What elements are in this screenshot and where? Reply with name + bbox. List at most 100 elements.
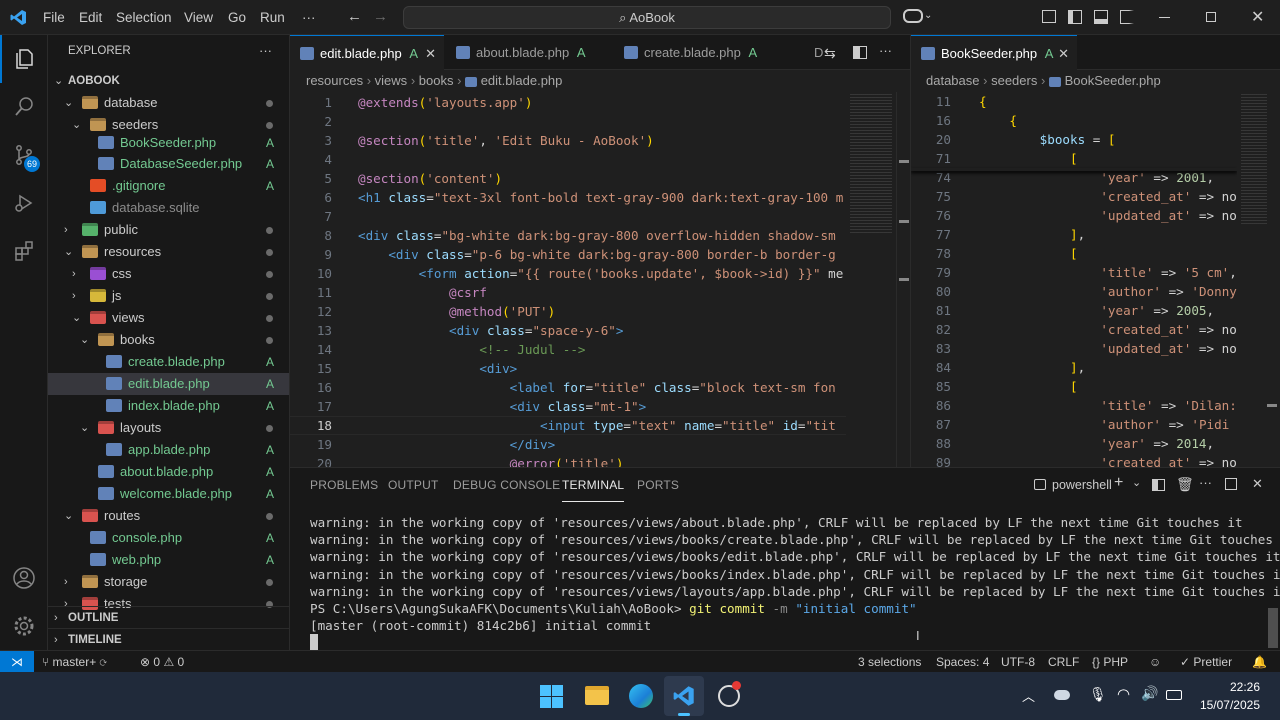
workspace-root[interactable]: ⌄ AOBOOK <box>48 70 289 92</box>
source-control-icon[interactable]: 69 <box>0 131 48 179</box>
prettier-indicator[interactable]: ✓ Prettier <box>1180 651 1232 673</box>
terminal-scrollbar[interactable] <box>1268 608 1278 648</box>
close-tab-icon[interactable]: ✕ <box>1058 36 1069 71</box>
notifications-bell-icon[interactable]: 🔔 <box>1252 651 1267 673</box>
manage-gear-icon[interactable] <box>0 602 48 650</box>
chevron-right-icon[interactable]: › <box>72 285 76 307</box>
account-icon[interactable] <box>0 554 48 602</box>
menu-go[interactable]: Go <box>228 0 246 35</box>
more-actions-icon[interactable]: ··· <box>259 43 272 58</box>
eol-indicator[interactable]: CRLF <box>1048 651 1079 673</box>
windows-start-icon[interactable] <box>540 685 563 708</box>
maximize-panel-icon[interactable] <box>1225 478 1237 490</box>
tree-file-item[interactable]: create.blade.php A <box>48 351 289 373</box>
close-panel-icon[interactable]: ✕ <box>1252 476 1263 492</box>
tree-folder-item[interactable]: ⌄ views <box>48 307 289 329</box>
file-explorer-icon[interactable] <box>585 686 609 705</box>
chevron-down-icon[interactable]: ⌄ <box>80 417 89 439</box>
minimap-2[interactable] <box>1239 92 1277 467</box>
more-actions-icon[interactable]: ··· <box>879 43 892 58</box>
language-indicator[interactable]: {} PHP <box>1092 651 1128 673</box>
chevron-down-icon[interactable]: ⌄ <box>80 329 89 351</box>
minimize-icon[interactable] <box>1159 17 1170 18</box>
vscode-taskbar-icon[interactable] <box>664 676 704 716</box>
tree-folder-item[interactable]: ⌄ database <box>48 92 289 114</box>
tab-output[interactable]: OUTPUT <box>388 468 439 502</box>
sticky-scroll-row[interactable] <box>911 92 1237 111</box>
trash-icon[interactable]: 🗑 <box>1176 476 1194 493</box>
github-desktop-icon[interactable] <box>718 681 741 707</box>
forward-arrow-icon[interactable]: → <box>373 8 388 25</box>
more-actions-icon[interactable]: ··· <box>1199 475 1212 490</box>
chevron-down-icon[interactable]: ⌄ <box>64 241 73 263</box>
tab-ports[interactable]: PORTS <box>637 468 679 502</box>
clock-date[interactable]: 15/07/2025 <box>1196 698 1260 712</box>
tree-file-item[interactable]: about.blade.php A <box>48 461 289 483</box>
timeline-section[interactable]: › TIMELINE <box>48 628 289 650</box>
edge-browser-icon[interactable] <box>629 684 653 708</box>
onedrive-icon[interactable] <box>1054 690 1070 700</box>
tree-folder-item[interactable]: › public <box>48 219 289 241</box>
microphone-icon[interactable]: 🎙 <box>1089 686 1107 703</box>
command-center-search[interactable]: ⌕ AoBook <box>403 6 891 29</box>
selections-indicator[interactable]: 3 selections <box>858 651 921 673</box>
tree-folder-item[interactable]: ⌄ routes <box>48 505 289 527</box>
copilot-status-icon[interactable]: ☺ <box>1149 651 1161 673</box>
new-terminal-icon[interactable]: + <box>1114 474 1123 492</box>
tab-edit-blade[interactable]: edit.blade.php A ✕ <box>290 35 444 70</box>
chevron-right-icon[interactable]: › <box>64 571 68 593</box>
chevron-down-icon[interactable]: ⌄ <box>64 505 73 527</box>
tree-file-item[interactable]: console.php A <box>48 527 289 549</box>
chevron-down-icon[interactable]: ⌄ <box>924 10 932 21</box>
menu-more[interactable]: ··· <box>302 0 316 35</box>
chevron-right-icon[interactable]: › <box>64 219 68 241</box>
tree-file-item[interactable]: web.php A <box>48 549 289 571</box>
tree-file-item[interactable]: BookSeeder.php A <box>48 132 289 154</box>
tree-file-item[interactable]: database.sqlite <box>48 197 289 219</box>
back-arrow-icon[interactable]: ← <box>347 8 362 25</box>
encoding-indicator[interactable]: UTF-8 <box>1001 651 1035 673</box>
split-terminal-icon[interactable] <box>1152 479 1165 491</box>
tree-file-item[interactable]: DatabaseSeeder.php A <box>48 153 289 175</box>
tab-problems[interactable]: PROBLEMS <box>310 468 378 502</box>
explorer-icon[interactable] <box>0 35 48 83</box>
tab-debug-console[interactable]: DEBUG CONSOLE <box>453 468 560 502</box>
menu-selection[interactable]: Selection <box>116 0 172 35</box>
outline-section[interactable]: › OUTLINE <box>48 606 289 628</box>
tree-file-item[interactable]: welcome.blade.php A <box>48 483 289 505</box>
extensions-icon[interactable] <box>0 227 48 275</box>
tree-folder-item[interactable]: ⌄ books <box>48 329 289 351</box>
shell-name[interactable]: powershell <box>1052 478 1112 492</box>
close-icon[interactable]: ✕ <box>1251 7 1264 27</box>
split-editor-icon[interactable] <box>853 46 867 59</box>
wifi-icon[interactable]: ◠ <box>1117 685 1130 703</box>
tree-folder-item[interactable]: ⌄ layouts <box>48 417 289 439</box>
chevron-up-icon[interactable]: ︿ <box>1022 686 1035 705</box>
minimap[interactable] <box>846 92 902 467</box>
volume-icon[interactable]: 🔊 <box>1141 685 1158 702</box>
remote-icon[interactable]: ⋊ <box>0 651 34 673</box>
tree-file-item[interactable]: edit.blade.php A <box>48 373 289 395</box>
menu-run[interactable]: Run <box>260 0 285 35</box>
chevron-right-icon[interactable]: › <box>72 263 76 285</box>
tree-folder-item[interactable]: ⌄ resources <box>48 241 289 263</box>
tree-folder-item[interactable]: › storage <box>48 571 289 593</box>
sidebar-toggle-icon[interactable] <box>1068 10 1082 24</box>
open-changes-icon[interactable]: ⇆ <box>824 45 836 62</box>
run-debug-icon[interactable] <box>0 179 48 227</box>
secondary-sidebar-icon[interactable] <box>1120 10 1134 24</box>
tree-folder-item[interactable]: › js <box>48 285 289 307</box>
sticky-scroll-row[interactable] <box>911 111 1237 130</box>
chevron-down-icon[interactable]: ⌄ <box>1132 476 1141 489</box>
panel-toggle-icon[interactable] <box>1094 10 1108 24</box>
tree-file-item[interactable]: index.blade.php A <box>48 395 289 417</box>
tab-about-blade[interactable]: about.blade.php A <box>446 35 612 70</box>
branch-indicator[interactable]: ⑂ master+ ⟳ <box>42 651 107 673</box>
code-editor-2[interactable]: 11{16 {20 $books = [71 [74 'year' => 200… <box>911 92 1237 467</box>
menu-edit[interactable]: Edit <box>79 0 102 35</box>
indentation-indicator[interactable]: Spaces: 4 <box>936 651 989 673</box>
clock-time[interactable]: 22:26 <box>1204 680 1260 694</box>
code-editor-1[interactable]: 1 @extends('layouts.app') 2 3 @section('titl… <box>290 92 846 467</box>
layout-icon[interactable] <box>1042 10 1056 23</box>
copilot-icon[interactable] <box>903 9 923 23</box>
